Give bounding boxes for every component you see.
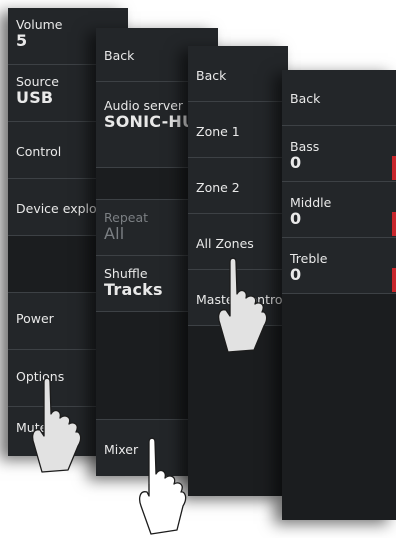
tone-spacer bbox=[282, 294, 396, 520]
all-zones-label: All Zones bbox=[196, 236, 254, 251]
bass-level-marker bbox=[392, 156, 396, 180]
middle-item[interactable]: Middle 0 bbox=[282, 182, 396, 238]
master-control-label: Master control bbox=[196, 292, 286, 307]
middle-level-marker bbox=[392, 212, 396, 236]
back-item[interactable]: Back bbox=[188, 46, 288, 102]
treble-label: Treble bbox=[290, 251, 328, 266]
all-zones-item[interactable]: All Zones bbox=[188, 214, 288, 270]
master-control-item[interactable]: Master control bbox=[188, 270, 288, 326]
zone-1-label: Zone 1 bbox=[196, 124, 240, 139]
bass-value: 0 bbox=[290, 153, 302, 172]
mixer-zones-menu: Back Zone 1 Zone 2 All Zones Master cont… bbox=[188, 46, 288, 496]
back-item[interactable]: Back bbox=[282, 70, 396, 126]
back-label: Back bbox=[290, 91, 321, 106]
tone-control-menu: Back Bass 0 Middle 0 Treble 0 bbox=[282, 70, 396, 520]
middle-value: 0 bbox=[290, 209, 302, 228]
bass-label: Bass bbox=[290, 139, 320, 154]
zones-spacer bbox=[188, 326, 288, 496]
zone-2-item[interactable]: Zone 2 bbox=[188, 158, 288, 214]
zone-1-item[interactable]: Zone 1 bbox=[188, 102, 288, 158]
zone-2-label: Zone 2 bbox=[196, 180, 240, 195]
middle-label: Middle bbox=[290, 195, 332, 210]
treble-value: 0 bbox=[290, 265, 302, 284]
bass-item[interactable]: Bass 0 bbox=[282, 126, 396, 182]
treble-item[interactable]: Treble 0 bbox=[282, 238, 396, 294]
treble-level-marker bbox=[392, 268, 396, 292]
back-label: Back bbox=[196, 68, 227, 83]
